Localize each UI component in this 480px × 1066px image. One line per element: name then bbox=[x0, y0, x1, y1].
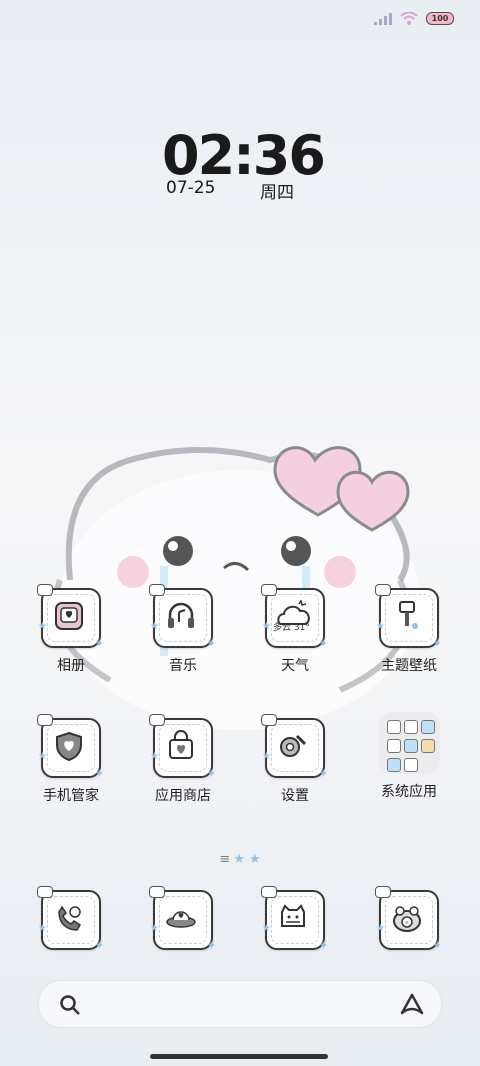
clock-time: 02:36 bbox=[162, 124, 326, 187]
wifi-icon bbox=[400, 12, 418, 25]
status-bar: 100 bbox=[374, 12, 454, 25]
app-themes[interactable]: ★ ✦ 主题壁纸 bbox=[354, 584, 464, 675]
page-indicator[interactable]: ≡ ★ ★ bbox=[0, 852, 480, 867]
dock-camera[interactable]: ★ ✦ bbox=[354, 886, 464, 952]
shield-heart-icon: ★ ✦ bbox=[37, 714, 104, 780]
gear-wrench-icon: ★ ✦ bbox=[261, 714, 328, 780]
dock-contacts[interactable]: ★ ✦ bbox=[240, 886, 350, 952]
search-icon bbox=[60, 995, 80, 1015]
folder-icon bbox=[378, 712, 440, 774]
clock-weekday: 周四 bbox=[260, 183, 294, 203]
app-label: 系统应用 bbox=[381, 784, 437, 800]
app-label: 相册 bbox=[57, 658, 85, 674]
home-indicator[interactable] bbox=[150, 1054, 328, 1059]
app-settings[interactable]: ★ ✦ 设置 bbox=[240, 714, 350, 805]
clock-widget[interactable]: 02:36 07-25 周四 bbox=[162, 124, 326, 204]
app-store[interactable]: ★ ✦ 应用商店 bbox=[128, 714, 238, 805]
search-bar[interactable] bbox=[38, 980, 442, 1028]
app-label: 天气 bbox=[281, 658, 309, 674]
app-weather[interactable]: ★ ✦ 多云 31° 天气 bbox=[240, 584, 350, 675]
dock-messages[interactable]: ★ ✦ bbox=[128, 886, 238, 952]
phone-cat-icon: ★ ✦ bbox=[37, 886, 104, 952]
page-dot: ★ bbox=[249, 852, 261, 867]
app-label: 应用商店 bbox=[155, 788, 211, 804]
app-label: 音乐 bbox=[169, 658, 197, 674]
photo-album-icon: ★ ✦ bbox=[37, 584, 104, 650]
shopping-bag-icon: ★ ✦ bbox=[149, 714, 216, 780]
clock-date: 07-25 bbox=[166, 178, 216, 198]
paintbrush-icon: ★ ✦ bbox=[375, 584, 442, 650]
app-label: 主题壁纸 bbox=[381, 658, 437, 674]
wallpaper-cat-illustration bbox=[52, 446, 420, 730]
app-label: 设置 bbox=[281, 788, 309, 804]
app-music[interactable]: ★ ✦ 音乐 bbox=[128, 584, 238, 675]
page-dot-active: ★ bbox=[233, 852, 245, 867]
signal-icon bbox=[374, 12, 392, 25]
app-photos[interactable]: ★ ✦ 相册 bbox=[16, 584, 126, 675]
battery-indicator: 100 bbox=[426, 12, 454, 25]
page-list-glyph: ≡ bbox=[219, 852, 231, 867]
headphones-music-icon: ★ ✦ bbox=[149, 584, 216, 650]
ufo-message-icon: ★ ✦ bbox=[149, 886, 216, 952]
folder-system-apps[interactable]: 系统应用 bbox=[354, 712, 464, 801]
dock-phone[interactable]: ★ ✦ bbox=[16, 886, 126, 952]
app-label: 手机管家 bbox=[43, 788, 99, 804]
frog-camera-icon: ★ ✦ bbox=[375, 886, 442, 952]
weather-icon: ★ ✦ 多云 31° bbox=[261, 584, 328, 650]
assistant-icon[interactable] bbox=[399, 992, 425, 1016]
weather-summary: 多云 31° bbox=[273, 623, 310, 633]
app-phone-manager[interactable]: ★ ✦ 手机管家 bbox=[16, 714, 126, 805]
cat-contacts-icon: ★ ✦ bbox=[261, 886, 328, 952]
